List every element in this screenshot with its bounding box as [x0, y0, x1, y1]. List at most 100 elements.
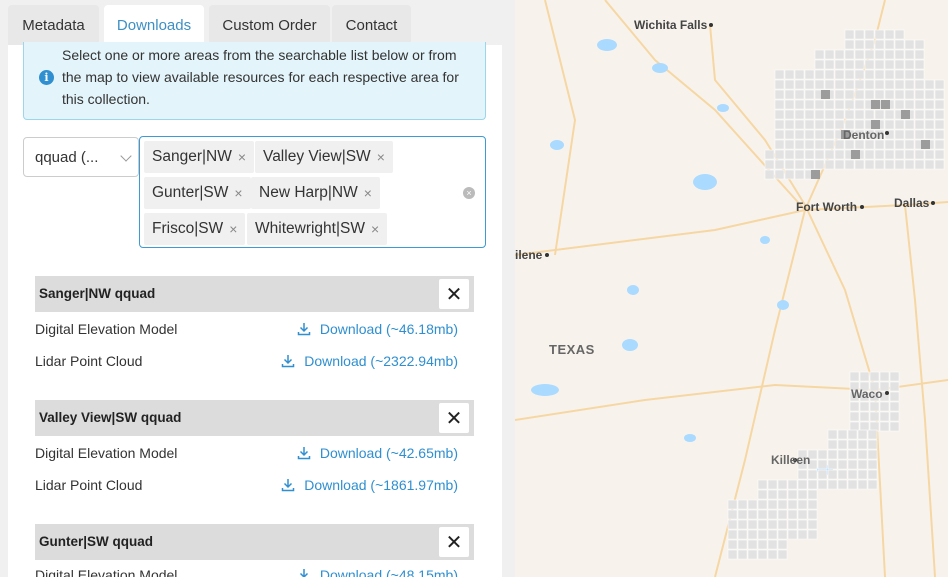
- quad-tile: [869, 411, 880, 422]
- close-icon[interactable]: ×: [377, 149, 385, 165]
- map-view[interactable]: Wichita Falls Fort Worth Dallas ilene De…: [515, 0, 948, 577]
- download-link[interactable]: Download (~48.15mb): [297, 567, 458, 577]
- quad-tile: [777, 509, 788, 520]
- close-button[interactable]: ✕: [439, 527, 469, 557]
- quad-tile: [837, 479, 848, 490]
- quad-tile: [834, 149, 845, 160]
- quad-tile: [884, 29, 895, 40]
- quad-tile: [854, 29, 865, 40]
- quad-tile: [814, 149, 825, 160]
- lake: [652, 63, 668, 73]
- download-icon: [297, 446, 311, 460]
- selected-quad-tile: [821, 90, 830, 99]
- quad-tile: [834, 109, 845, 120]
- lake: [693, 174, 717, 190]
- quad-tile: [854, 159, 865, 170]
- quad-tile: [904, 59, 915, 70]
- quad-tile: [894, 149, 905, 160]
- quad-tile: [767, 539, 778, 550]
- quad-tile: [874, 89, 885, 100]
- quad-tile: [914, 89, 925, 100]
- close-icon[interactable]: ×: [238, 149, 246, 165]
- close-icon[interactable]: ×: [234, 185, 242, 201]
- quad-tile: [924, 109, 935, 120]
- tab-metadata[interactable]: Metadata: [8, 5, 99, 45]
- quad-tile: [884, 109, 895, 120]
- quad-tile: [864, 149, 875, 160]
- city-label-killeen: Killeen: [771, 453, 811, 467]
- area-card-title: Gunter|SW qquad: [39, 534, 154, 549]
- quad-tile: [814, 139, 825, 150]
- quad-tile: [757, 499, 768, 510]
- quad-tile: [934, 109, 945, 120]
- close-button[interactable]: ✕: [439, 279, 469, 309]
- area-card-header: Gunter|SW qquad ✕: [35, 524, 474, 560]
- quad-tile: [837, 469, 848, 480]
- highway-line: [544, 0, 577, 256]
- quad-tile: [867, 469, 878, 480]
- quad-tile: [727, 499, 738, 510]
- info-alert: i Select one or more areas from the sear…: [23, 42, 486, 120]
- quad-tile: [794, 119, 805, 130]
- clear-all-icon[interactable]: ×: [463, 187, 475, 199]
- quad-tile: [844, 39, 855, 50]
- quad-tile: [924, 129, 935, 140]
- city-marker: [885, 391, 889, 395]
- quad-tile: [737, 499, 748, 510]
- quad-tile: [874, 39, 885, 50]
- quad-tile: [854, 109, 865, 120]
- quad-tile: [884, 79, 895, 90]
- lake: [684, 434, 696, 442]
- quad-tile: [854, 69, 865, 80]
- area-type-value: qquad (...: [35, 149, 99, 166]
- quad-tile: [924, 89, 935, 100]
- quad-tile: [914, 129, 925, 140]
- quad-tile: [904, 69, 915, 80]
- selected-quad-tile: [901, 110, 910, 119]
- download-link[interactable]: Download (~2322.94mb): [281, 353, 458, 369]
- quad-tile: [787, 489, 798, 500]
- quad-tile: [774, 129, 785, 140]
- city-marker: [931, 201, 935, 205]
- quad-tile: [784, 159, 795, 170]
- download-link[interactable]: Download (~46.18mb): [297, 321, 458, 337]
- quad-tile: [767, 499, 778, 510]
- download-link[interactable]: Download (~42.65mb): [297, 445, 458, 461]
- area-type-select[interactable]: qquad (...: [23, 137, 139, 177]
- quad-tile: [889, 381, 900, 392]
- quad-tile: [884, 89, 895, 100]
- quad-tile: [837, 459, 848, 470]
- quad-tile: [849, 371, 860, 382]
- quad-tile: [914, 119, 925, 130]
- quad-tile: [894, 139, 905, 150]
- quad-tile: [797, 519, 808, 530]
- quad-tile: [827, 429, 838, 440]
- close-icon[interactable]: ×: [229, 221, 237, 237]
- quad-tile: [784, 129, 795, 140]
- quad-tile: [857, 439, 868, 450]
- quad-tile: [767, 529, 778, 540]
- quad-tile: [904, 79, 915, 90]
- highway-line: [904, 204, 936, 577]
- map-canvas[interactable]: [515, 0, 948, 577]
- tab-custom-order[interactable]: Custom Order: [209, 5, 330, 45]
- close-button[interactable]: ✕: [439, 403, 469, 433]
- quad-tile: [924, 159, 935, 170]
- quad-tile: [864, 89, 875, 100]
- quad-tile: [777, 479, 788, 490]
- download-link[interactable]: Download (~1861.97mb): [281, 477, 458, 493]
- tab-downloads[interactable]: Downloads: [104, 5, 204, 46]
- quad-tile: [934, 159, 945, 170]
- chip-label: Frisco|SW: [152, 220, 224, 237]
- chip-label: Valley View|SW: [263, 148, 371, 165]
- quad-tile: [869, 371, 880, 382]
- resource-label: Lidar Point Cloud: [35, 477, 143, 493]
- quad-tile: [854, 99, 865, 110]
- close-icon[interactable]: ×: [371, 221, 379, 237]
- close-icon[interactable]: ×: [364, 185, 372, 201]
- quad-tile: [737, 519, 748, 530]
- quad-tile: [784, 89, 795, 100]
- quad-tile: [807, 509, 818, 520]
- area-multiselect[interactable]: Sanger|NW × Valley View|SW × Gunter|SW ×…: [139, 136, 486, 248]
- tab-contact[interactable]: Contact: [332, 5, 411, 45]
